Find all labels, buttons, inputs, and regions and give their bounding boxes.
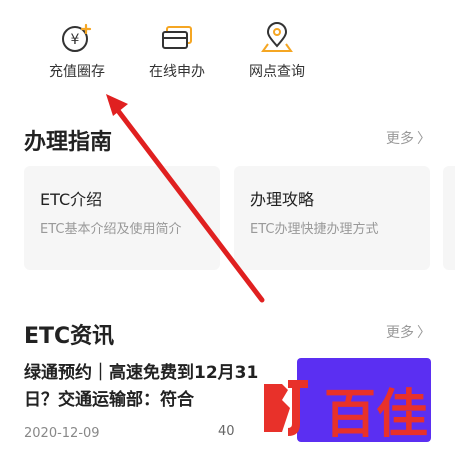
- guide-card-next-partial[interactable]: [443, 166, 455, 270]
- quick-action-apply[interactable]: 在线申办: [132, 22, 222, 81]
- card-title: 办理攻略: [250, 190, 315, 209]
- card-description: ETC基本介绍及使用简介: [40, 222, 182, 237]
- guide-section-title: 办理指南: [24, 130, 113, 155]
- quick-action-label: 在线申办: [149, 64, 205, 80]
- watermark-text: 百佳: [324, 385, 428, 444]
- guide-card-strategy[interactable]: 办理攻略 ETC办理快捷办理方式: [234, 166, 430, 270]
- quick-action-label: 网点查询: [249, 64, 305, 80]
- news-item-date: 2020-12-09: [24, 426, 100, 441]
- card-description: ETC办理快捷办理方式: [250, 222, 379, 237]
- quick-action-recharge[interactable]: ¥ 充值圈存: [32, 22, 122, 81]
- news-item-title[interactable]: 绿通预约｜高速免费到12月31日？交通运输部：符合: [24, 360, 286, 414]
- location-pin-icon: [232, 22, 322, 54]
- guide-card-etc-intro[interactable]: ETC介绍 ETC基本介绍及使用简介: [24, 166, 220, 270]
- more-label: 更多: [386, 325, 414, 341]
- card-title: ETC介绍: [40, 190, 103, 209]
- guide-more-link[interactable]: 更多〉: [386, 128, 431, 148]
- news-section-title: ETC资讯: [24, 324, 115, 349]
- news-item-view-count: 40: [218, 424, 235, 439]
- svg-text:¥: ¥: [71, 32, 80, 48]
- card-apply-icon: [132, 22, 222, 54]
- news-more-link[interactable]: 更多〉: [386, 322, 431, 342]
- chevron-right-icon: 〉: [417, 325, 431, 341]
- quick-action-label: 充值圈存: [49, 64, 105, 80]
- quick-actions: ¥ 充值圈存 在线申办 网点查询: [0, 0, 455, 95]
- chevron-right-icon: 〉: [417, 131, 431, 147]
- quick-action-outlets[interactable]: 网点查询: [232, 22, 322, 81]
- watermark-logo: 百佳: [264, 380, 428, 444]
- yuan-recharge-icon: ¥: [32, 22, 122, 54]
- more-label: 更多: [386, 131, 414, 147]
